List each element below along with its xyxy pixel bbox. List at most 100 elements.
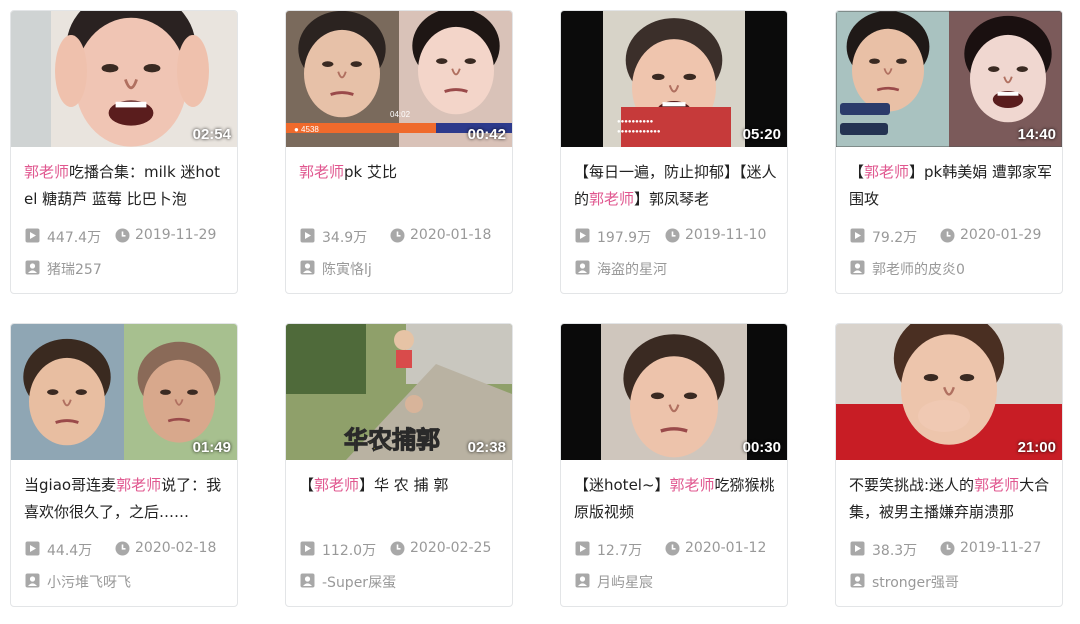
title-text: 】华 农 捕 郭 (359, 476, 449, 494)
upload-date: 2020-02-25 (410, 540, 492, 556)
view-count: 197.9万 (597, 230, 652, 246)
video-title[interactable]: 【郭老师】华 农 捕 郭 (299, 472, 504, 526)
title-keyword-highlight: 郭老师 (314, 476, 360, 494)
title-text: 不要笑挑战:迷人的 (849, 476, 975, 494)
uploader-name[interactable]: 小污堆飞呀飞 (47, 572, 131, 592)
video-thumbnail[interactable]: 00:30 (561, 324, 787, 460)
video-title[interactable]: 不要笑挑战:迷人的郭老师大合集，被男主播嫌弃崩溃那 (849, 472, 1054, 526)
uploader-name[interactable]: 陈寅恪lj (322, 259, 372, 279)
video-duration: 00:30 (742, 439, 781, 456)
svg-text:●●●●●●●●●●: ●●●●●●●●●● (617, 119, 654, 125)
title-keyword-highlight: 郭老师 (589, 190, 635, 208)
title-text: pk 艾比 (344, 163, 397, 181)
video-card[interactable]: 14:40 【郭老师】pk韩美娟 遭郭家军围攻 79.2万 2020-01-29 … (835, 10, 1063, 294)
video-stats: 38.3万 2019-11-27 (850, 540, 1060, 560)
video-card[interactable]: 01:49 当giao哥连麦郭老师说了：我喜欢你很久了，之后…… 44.4万 20… (10, 323, 238, 607)
video-stats: 79.2万 2020-01-29 (850, 227, 1060, 247)
video-duration: 01:49 (192, 439, 231, 456)
title-text: 】郭凤琴老 (634, 190, 710, 208)
user-icon (575, 573, 590, 592)
user-icon (300, 260, 315, 279)
video-stats: 12.7万 2020-01-12 (575, 540, 785, 560)
uploader[interactable]: 郭老师的皮炎0 (850, 259, 1060, 279)
video-stats: 34.9万 2020-01-18 (300, 227, 510, 247)
uploader-name[interactable]: -Super屎蛋 (322, 572, 396, 592)
uploader[interactable]: 月屿星宸 (575, 572, 785, 592)
video-thumbnail[interactable]: 华农捕郭 02:38 (286, 324, 512, 460)
video-card[interactable]: 华农捕郭 02:38 【郭老师】华 农 捕 郭 112.0万 2020-02-25… (285, 323, 513, 607)
video-thumbnail[interactable]: 14:40 (836, 11, 1062, 147)
view-count: 34.9万 (322, 230, 368, 246)
title-keyword-highlight: 郭老师 (669, 476, 715, 494)
view-count: 12.7万 (597, 543, 643, 559)
title-keyword-highlight: 郭老师 (974, 476, 1020, 494)
uploader-name[interactable]: 郭老师的皮炎0 (872, 259, 965, 279)
video-thumbnail[interactable]: ● 4538 04:02 00:42 (286, 11, 512, 147)
title-text: 【 (299, 476, 315, 494)
video-stats: 447.4万 2019-11-29 (25, 227, 235, 247)
title-keyword-highlight: 郭老师 (299, 163, 345, 181)
upload-date: 2019-11-27 (960, 540, 1042, 556)
video-thumbnail[interactable]: 02:54 (11, 11, 237, 147)
uploader-name[interactable]: 月屿星宸 (597, 572, 653, 592)
play-count-icon (300, 228, 315, 247)
uploader-name[interactable]: 猪瑞257 (47, 259, 102, 279)
user-icon (300, 573, 315, 592)
title-keyword-highlight: 郭老师 (864, 163, 910, 181)
title-text: 【 (849, 163, 865, 181)
video-duration: 02:38 (467, 439, 506, 456)
view-count: 112.0万 (322, 543, 377, 559)
thumbnail-overlay-text: 华农捕郭 (344, 426, 440, 454)
video-card[interactable]: 02:54 郭老师吃播合集：milk 迷hotel 糖葫芦 蓝莓 比巴卜泡 447… (10, 10, 238, 294)
video-duration: 05:20 (742, 126, 781, 143)
clock-icon (940, 228, 955, 247)
upload-date: 2019-11-29 (135, 227, 217, 243)
uploader[interactable]: 海盗的星河 (575, 259, 785, 279)
play-count-icon (575, 228, 590, 247)
video-title[interactable]: 郭老师吃播合集：milk 迷hotel 糖葫芦 蓝莓 比巴卜泡 (24, 159, 229, 213)
svg-text:●●●●●●●●●●●●: ●●●●●●●●●●●● (617, 129, 661, 135)
title-keyword-highlight: 郭老师 (24, 163, 70, 181)
video-thumbnail[interactable]: 01:49 (11, 324, 237, 460)
play-count-icon (850, 541, 865, 560)
view-count: 79.2万 (872, 230, 918, 246)
uploader[interactable]: 猪瑞257 (25, 259, 235, 279)
title-text: 当giao哥连麦 (24, 476, 117, 494)
play-count-icon (850, 228, 865, 247)
clock-icon (115, 541, 130, 560)
video-stats: 112.0万 2020-02-25 (300, 540, 510, 560)
clock-icon (940, 541, 955, 560)
video-duration: 21:00 (1017, 439, 1056, 456)
title-text: 【迷hotel~】 (574, 476, 670, 494)
svg-text:04:02: 04:02 (390, 110, 411, 119)
user-icon (850, 260, 865, 279)
uploader[interactable]: 陈寅恪lj (300, 259, 510, 279)
video-card[interactable]: 00:30 【迷hotel~】郭老师吃猕猴桃原版视频 12.7万 2020-01-… (560, 323, 788, 607)
upload-date: 2019-11-10 (685, 227, 767, 243)
video-stats: 197.9万 2019-11-10 (575, 227, 785, 247)
svg-text:● 4538: ● 4538 (294, 125, 319, 134)
play-count-icon (25, 228, 40, 247)
upload-date: 2020-01-29 (960, 227, 1042, 243)
video-title[interactable]: 当giao哥连麦郭老师说了：我喜欢你很久了，之后…… (24, 472, 229, 526)
uploader[interactable]: stronger强哥 (850, 572, 1060, 592)
video-card[interactable]: 21:00 不要笑挑战:迷人的郭老师大合集，被男主播嫌弃崩溃那 38.3万 201… (835, 323, 1063, 607)
video-thumbnail[interactable]: 21:00 (836, 324, 1062, 460)
uploader-name[interactable]: stronger强哥 (872, 572, 959, 592)
user-icon (25, 573, 40, 592)
uploader[interactable]: 小污堆飞呀飞 (25, 572, 235, 592)
video-title[interactable]: 【每日一遍，防止抑郁】【迷人的郭老师】郭凤琴老 (574, 159, 779, 213)
uploader[interactable]: -Super屎蛋 (300, 572, 510, 592)
video-title[interactable]: 【迷hotel~】郭老师吃猕猴桃原版视频 (574, 472, 779, 526)
video-duration: 00:42 (467, 126, 506, 143)
clock-icon (665, 541, 680, 560)
clock-icon (115, 228, 130, 247)
clock-icon (665, 228, 680, 247)
video-card[interactable]: ● 4538 04:02 00:42 郭老师pk 艾比 34.9万 2020-01… (285, 10, 513, 294)
video-title[interactable]: 【郭老师】pk韩美娟 遭郭家军围攻 (849, 159, 1054, 213)
video-title[interactable]: 郭老师pk 艾比 (299, 159, 504, 213)
video-thumbnail[interactable]: ●●●●●●●●●● ●●●●●●●●●●●● 05:20 (561, 11, 787, 147)
video-grid: 02:54 郭老师吃播合集：milk 迷hotel 糖葫芦 蓝莓 比巴卜泡 447… (0, 0, 1080, 624)
video-card[interactable]: ●●●●●●●●●● ●●●●●●●●●●●● 05:20 【每日一遍，防止抑郁】… (560, 10, 788, 294)
uploader-name[interactable]: 海盗的星河 (597, 259, 667, 279)
